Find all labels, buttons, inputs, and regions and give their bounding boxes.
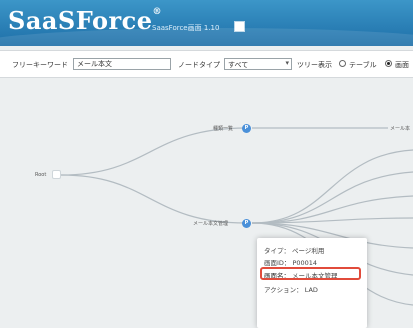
tooltip-type-row: タイプ： ページ利用 [264,245,324,255]
tree-link-root-node2 [60,174,247,224]
node-label-mail-body-child: メール本 [390,126,411,132]
tooltip-type-label: タイプ： [264,247,290,255]
node-tooltip: タイプ： ページ利用 画面ID： P00014 画面名： メール本文管理 アクション：… [257,238,367,328]
tooltip-type-value: ページ利用 [292,247,325,255]
tree-link-node2-branch3 [251,195,413,224]
tooltip-id-row: 画面ID： P00014 [264,257,317,267]
tooltip-id-label: 画面ID： [264,259,291,267]
node-label-mail-body: メール本文管理 [193,221,229,227]
root-node[interactable] [52,170,61,179]
tooltip-action-value: LAD [304,286,318,294]
node-label-list: 種類一覧 [213,126,234,132]
tooltip-action-row: アクション： LAD [264,284,318,294]
tooltip-id-value: P00014 [292,259,318,267]
tree-link-root-node1 [60,127,247,176]
tooltip-action-label: アクション： [264,286,303,294]
tree-link-node2-branch1 [251,149,413,224]
page-node-icon[interactable]: P [242,124,251,133]
tooltip-name-highlight [260,267,361,280]
root-label: Root [35,172,47,178]
page-node-icon[interactable]: P [242,219,251,228]
